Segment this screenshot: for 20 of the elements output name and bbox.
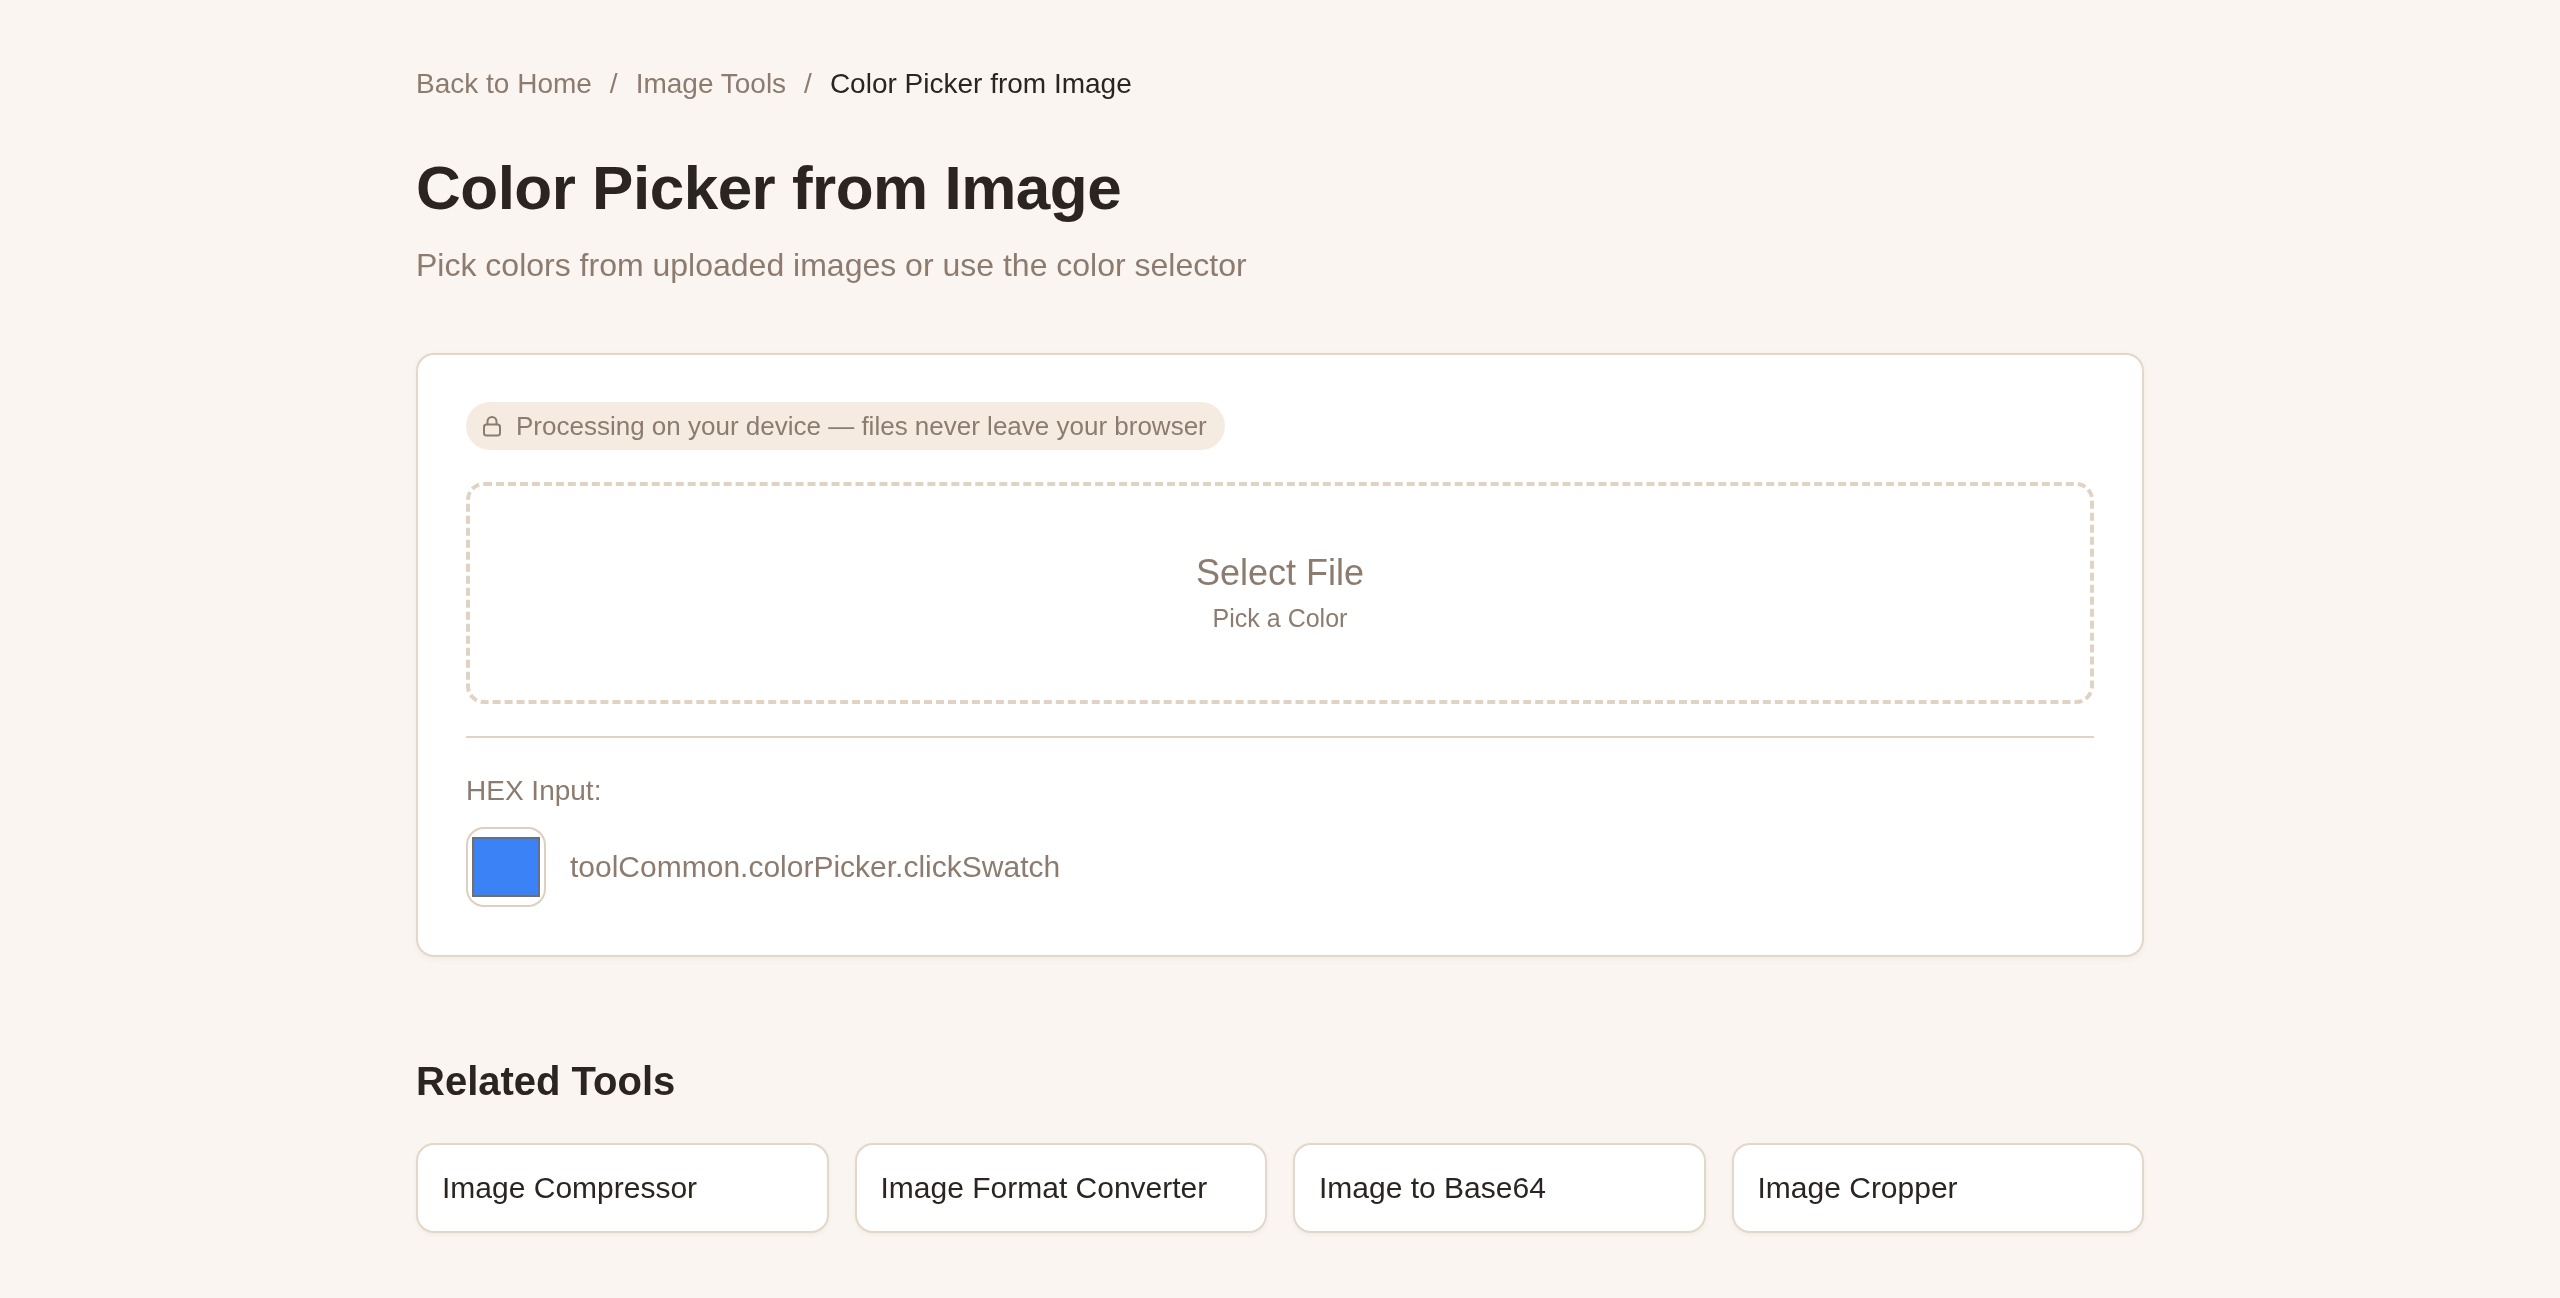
page-title: Color Picker from Image [416, 152, 1123, 224]
related-tool-card[interactable]: Image Compressor [416, 1143, 829, 1233]
breadcrumb-separator: / [609, 67, 618, 101]
breadcrumb-separator: / [804, 67, 812, 101]
drop-zone-hint: Pick a Color [1212, 603, 1348, 634]
breadcrumb-link[interactable]: Image Tools [635, 64, 787, 104]
color-picker-field[interactable] [466, 827, 546, 907]
section-heading: Related Tools [416, 1058, 677, 1105]
related-tool-card[interactable]: Image to Base64 [1293, 1143, 1706, 1233]
privacy-note: Processing on your device — files never leave your browser [516, 410, 1207, 442]
hex-input-label: HEX Input: [466, 774, 603, 808]
file-drop-zone[interactable]: Select File Pick a Color [466, 482, 2094, 704]
select-file-text: Select File [1195, 551, 1365, 595]
breadcrumb-current: Color Picker from Image [829, 67, 1132, 101]
lock-icon [482, 415, 502, 437]
page-subtitle: Pick colors from uploaded images or use the color selector [416, 246, 1248, 285]
breadcrumb-link[interactable]: Back to Home [416, 64, 592, 104]
swatch-instruction: toolCommon.colorPicker.clickSwatch [570, 849, 1061, 885]
related-tool-card[interactable]: Image Cropper [1731, 1143, 2144, 1233]
related-tool-card[interactable]: Image Format Converter [854, 1143, 1267, 1233]
